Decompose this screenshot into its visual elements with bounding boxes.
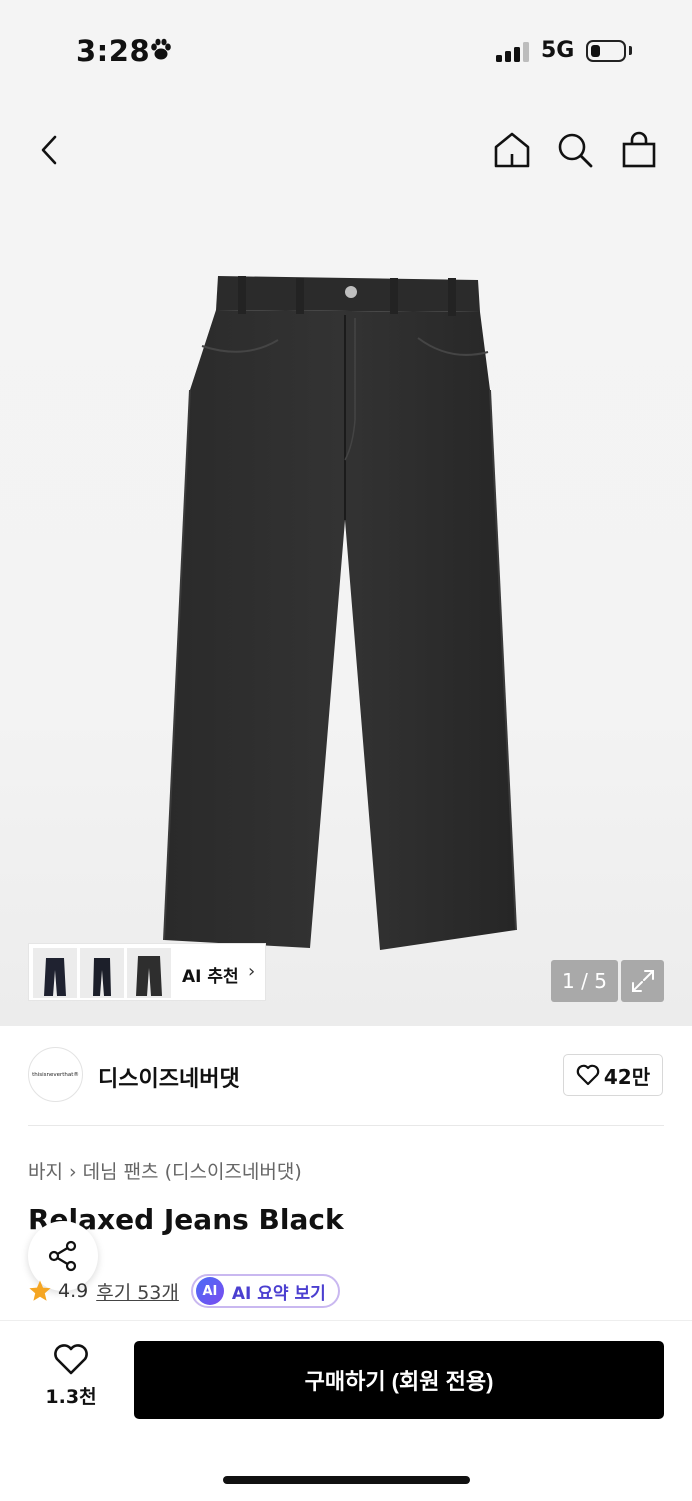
image-counter: 1 / 5 — [551, 960, 618, 1002]
ai-summary-label: AI 요약 보기 — [231, 1283, 326, 1304]
chevron-right-icon: › — [248, 961, 256, 982]
signal-icon — [496, 42, 532, 66]
rating-value: 4.9 — [58, 1280, 89, 1302]
paw-icon — [148, 38, 174, 66]
recommend-thumb[interactable] — [127, 948, 171, 998]
battery-icon — [586, 40, 626, 62]
cart-icon[interactable] — [617, 128, 661, 172]
share-icon — [48, 1240, 77, 1272]
ai-recommend-label: AI 추천 — [182, 967, 239, 987]
brand-like-count: 42만 — [603, 1064, 651, 1089]
breadcrumb-item[interactable]: 데님 팬츠 (디스이즈네버댓) — [83, 1161, 302, 1183]
recommend-thumb[interactable] — [33, 948, 77, 998]
battery-tip — [629, 46, 632, 55]
breadcrumb-item[interactable]: 바지 — [28, 1161, 63, 1183]
search-icon[interactable] — [553, 128, 597, 172]
wishlist-button[interactable]: 1.3천 — [40, 1344, 102, 1414]
ai-summary-button[interactable]: AI AI 요약 보기 — [190, 1274, 340, 1308]
recommend-thumb[interactable] — [80, 948, 124, 998]
heart-icon — [54, 1344, 88, 1375]
home-indicator[interactable] — [223, 1476, 470, 1484]
buy-button[interactable]: 구매하기 (회원 전용) — [134, 1341, 664, 1419]
wishlist-count: 1.3천 — [45, 1386, 97, 1408]
reviews-link[interactable]: 후기 53개 — [96, 1278, 179, 1305]
brand-name[interactable]: 디스이즈네버댓 — [98, 1061, 240, 1093]
expand-icon[interactable] — [621, 960, 664, 1002]
heart-icon — [576, 1064, 600, 1086]
network-label: 5G — [541, 38, 575, 63]
ai-badge-icon: AI — [195, 1277, 224, 1305]
brand-like-button[interactable]: 42만 — [563, 1054, 663, 1096]
home-icon[interactable] — [490, 128, 534, 172]
status-time: 3:28 — [76, 34, 151, 68]
product-image-jeans — [150, 270, 540, 964]
chevron-right-icon: › — [68, 1161, 77, 1183]
brand-logo[interactable]: thisisneverthat® — [28, 1047, 83, 1102]
brand-logo-text: thisisneverthat® — [32, 1071, 79, 1078]
breadcrumb: 바지 › 데님 팬츠 (디스이즈네버댓) — [28, 1157, 302, 1184]
star-icon — [29, 1280, 51, 1301]
rating-row: 4.9 후기 53개 AI AI 요약 보기 — [28, 1274, 340, 1308]
ai-recommend-strip[interactable]: AI 추천 › — [28, 943, 266, 1001]
divider — [28, 1125, 664, 1126]
back-icon[interactable] — [28, 128, 72, 172]
